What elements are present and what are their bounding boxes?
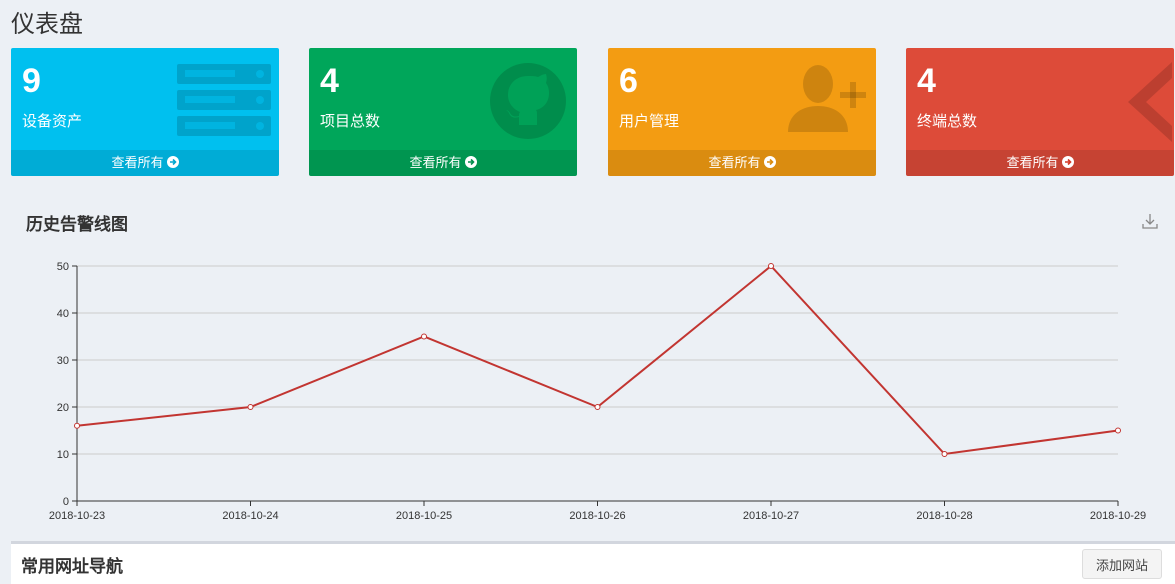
y-tick-label: 10: [57, 449, 69, 461]
card-value: 9: [22, 62, 41, 100]
card-label: 终端总数: [917, 113, 978, 130]
add-website-button[interactable]: 添加网站: [1082, 549, 1162, 579]
terminals-card: 4 终端总数 查看所有: [906, 48, 1174, 176]
chevron-left-icon: [1114, 60, 1174, 149]
server-icon: [175, 60, 271, 145]
view-all-link[interactable]: 查看所有: [608, 150, 876, 176]
download-icon[interactable]: [1141, 212, 1159, 235]
user-add-icon: [784, 60, 868, 141]
x-tick-label: 2018-10-25: [396, 510, 452, 522]
x-tick-label: 2018-10-27: [743, 510, 799, 522]
arrow-circle-right-icon: [763, 156, 776, 168]
card-value: 6: [619, 62, 638, 100]
data-point: [74, 422, 80, 429]
card-label: 用户管理: [619, 113, 680, 130]
view-all-label: 查看所有: [409, 155, 462, 170]
card-label: 项目总数: [320, 113, 381, 130]
data-point: [1115, 427, 1121, 434]
arrow-circle-right-icon: [464, 156, 477, 168]
data-point: [768, 263, 774, 269]
arrow-circle-right-icon: [1061, 156, 1074, 168]
y-tick-label: 30: [57, 355, 69, 367]
chart-title: 历史告警线图: [26, 215, 128, 234]
data-point: [421, 333, 427, 340]
view-all-link[interactable]: 查看所有: [309, 150, 577, 176]
page-title: 仪表盘: [11, 11, 83, 38]
github-icon: [487, 60, 569, 147]
x-tick-label: 2018-10-23: [49, 510, 105, 522]
projects-card: 4 项目总数 查看所有: [309, 48, 577, 176]
view-all-label: 查看所有: [1006, 155, 1059, 170]
x-tick-label: 2018-10-26: [569, 510, 625, 522]
data-point: [247, 404, 254, 410]
view-all-label: 查看所有: [708, 155, 761, 170]
alarm-line-chart: 0 10 20 30 40 50 2018-10-23 2018-10-24 2018-10-2…: [49, 261, 1146, 522]
device-assets-card: 9 设备资产 查看所有: [11, 48, 279, 176]
data-point: [594, 404, 601, 410]
view-all-link[interactable]: 查看所有: [11, 150, 279, 176]
x-tick-label: 2018-10-29: [1090, 510, 1146, 522]
nav-title: 常用网址导航: [21, 557, 123, 576]
view-all-link[interactable]: 查看所有: [906, 150, 1174, 176]
arrow-circle-right-icon: [166, 156, 179, 168]
x-tick-label: 2018-10-24: [222, 510, 278, 522]
card-value: 4: [320, 62, 339, 100]
view-all-label: 查看所有: [111, 155, 164, 170]
card-label: 设备资产: [22, 113, 83, 130]
data-point: [941, 451, 948, 457]
card-value: 4: [917, 62, 936, 100]
y-tick-label: 50: [57, 261, 69, 273]
y-tick-label: 40: [57, 308, 69, 320]
y-tick-label: 0: [63, 496, 69, 508]
x-tick-label: 2018-10-28: [916, 510, 972, 522]
user-management-card: 6 用户管理 查看所有: [608, 48, 876, 176]
y-tick-label: 20: [57, 402, 69, 414]
